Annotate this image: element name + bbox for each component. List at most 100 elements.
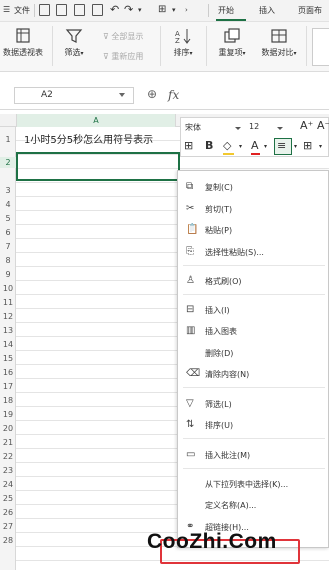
row-header[interactable]: 13 <box>0 325 16 336</box>
pivot-table-button[interactable]: 数据透视表 <box>0 28 46 58</box>
row-header[interactable]: 23 <box>0 465 16 476</box>
context-menu-item[interactable]: ▽ 筛选(L) <box>178 395 328 413</box>
row-header[interactable]: 16 <box>0 367 16 378</box>
save-icon[interactable] <box>39 4 50 16</box>
row-header[interactable]: 15 <box>0 353 16 364</box>
context-menu-item[interactable]: 从下拉列表中选择(K)... <box>178 475 328 493</box>
row-header[interactable]: 19 <box>0 409 16 420</box>
quick-access-dropdown-icon[interactable]: ▾ <box>138 6 142 14</box>
row-header[interactable]: 3 <box>0 185 16 196</box>
context-menu-item-label: 删除(D) <box>205 349 234 358</box>
filter-button[interactable]: 筛选▾ <box>60 28 88 58</box>
print-preview-icon[interactable] <box>92 4 103 16</box>
context-menu-item-label: 清除内容(N) <box>205 370 250 379</box>
show-all-button[interactable]: ⊽ 全部显示 <box>103 31 143 42</box>
context-menu-item[interactable]: ▭ 插入批注(M) <box>178 446 328 464</box>
context-menu-item[interactable]: ⇅ 排序(U) <box>178 416 328 434</box>
row-header[interactable]: 4 <box>0 199 16 210</box>
tab-home[interactable]: 开始 <box>218 5 234 16</box>
bold-button[interactable]: B <box>205 139 213 152</box>
reapply-button[interactable]: ⊽ 重新应用 <box>103 51 143 62</box>
tab-insert[interactable]: 插入 <box>259 5 275 16</box>
redo-icon[interactable]: ↷ <box>124 3 133 16</box>
row-header[interactable]: 1 <box>0 134 16 145</box>
row-header[interactable]: 20 <box>0 423 16 434</box>
context-menu-item[interactable]: ♙ 格式刷(O) <box>178 272 328 290</box>
row-header[interactable]: 12 <box>0 311 16 322</box>
row-header[interactable]: 14 <box>0 339 16 350</box>
row-header[interactable]: 22 <box>0 451 16 462</box>
name-box[interactable]: A2 <box>14 87 134 104</box>
tab-page-layout[interactable]: 页面布 <box>298 5 322 16</box>
export-icon[interactable] <box>56 4 67 16</box>
duplicates-icon <box>224 28 240 43</box>
divider <box>52 26 53 66</box>
sort-label: 排序 <box>173 48 190 57</box>
fx-icon[interactable]: fx <box>168 88 179 102</box>
row-header[interactable]: 27 <box>0 521 16 532</box>
context-menu-item[interactable]: ⧉ 复制(C) <box>178 178 328 196</box>
chevron-down-icon[interactable]: ▾ <box>264 143 267 150</box>
format-painter-icon[interactable]: ⊞ <box>184 139 193 152</box>
context-menu-item[interactable]: ⎘ 选择性粘贴(S)... <box>178 243 328 261</box>
context-menu-item[interactable]: 删除(D) <box>178 344 328 362</box>
font-color-icon[interactable]: A <box>251 139 259 152</box>
context-menu: ⧉ 复制(C) ✂ 剪切(T) 📋 粘贴(P) ⎘ 选择性粘贴(S)... ♙ 格式刷(O) ⊟ 插入… <box>177 170 329 548</box>
chevron-down-icon[interactable]: ▾ <box>294 143 297 150</box>
compare-icon <box>271 29 287 43</box>
format-painter-quick-icon[interactable]: ⊞ <box>158 4 166 15</box>
row-header[interactable]: 18 <box>0 395 16 406</box>
increase-font-icon[interactable]: A⁺ <box>300 119 313 132</box>
chevron-down-icon[interactable] <box>119 93 125 97</box>
context-menu-item[interactable]: ▥ 插入图表 <box>178 322 328 340</box>
quick-access-expand-icon[interactable]: › <box>185 6 188 14</box>
column-header-a[interactable]: A <box>16 114 176 127</box>
font-size-select[interactable]: 12 <box>247 121 287 135</box>
row-header[interactable]: 5 <box>0 213 16 224</box>
cell-a1[interactable]: 1小时5分5秒怎么用符号表示 <box>24 131 184 146</box>
context-menu-item[interactable]: ⌫ 清除内容(N) <box>178 365 328 383</box>
row-header[interactable]: 28 <box>0 535 16 546</box>
row-header[interactable]: 11 <box>0 297 16 308</box>
context-menu-item[interactable]: 定义名称(A)... <box>178 496 328 514</box>
decrease-font-icon[interactable]: A⁻ <box>317 119 329 132</box>
row-header[interactable]: 2 <box>0 157 16 168</box>
chevron-down-icon[interactable]: ▾ <box>239 143 242 150</box>
menu-bar: ☰ 文件 ↶ ↷ ▾ ⊞ ▾ › 开始 插入 页面布 <box>0 0 329 22</box>
file-menu[interactable]: 文件 <box>14 5 30 16</box>
row-header[interactable]: 26 <box>0 507 16 518</box>
context-menu-item[interactable]: ✂ 剪切(T) <box>178 200 328 218</box>
context-menu-item[interactable]: ⊟ 插入(I) <box>178 301 328 319</box>
border-icon[interactable]: ⊞ <box>303 139 312 152</box>
chevron-down-icon <box>277 127 283 130</box>
selected-cell-a2[interactable] <box>16 152 180 181</box>
chevron-down-icon[interactable]: ▾ <box>319 143 322 150</box>
undo-icon[interactable]: ↶ <box>110 3 119 16</box>
row-header[interactable]: 17 <box>0 381 16 392</box>
row-header[interactable]: 9 <box>0 269 16 280</box>
row-header-column: 1 2 3 4 5 6 7 8 9 10 11 12 13 14 15 16 17 18 19 20 21 22 23 24 2… <box>0 127 16 570</box>
divider <box>208 4 209 17</box>
row-header[interactable]: 7 <box>0 241 16 252</box>
compare-button[interactable]: 数据对比▾ <box>256 28 302 58</box>
ribbon-more-button[interactable] <box>312 28 329 66</box>
row-header[interactable]: 8 <box>0 255 16 266</box>
context-menu-item[interactable]: 📋 粘贴(P) <box>178 221 328 239</box>
divider <box>206 26 207 66</box>
quick-access-more-icon[interactable]: ▾ <box>172 6 176 14</box>
context-menu-item-label: 选择性粘贴(S)... <box>205 248 264 257</box>
print-icon[interactable] <box>74 4 85 16</box>
context-menu-divider <box>183 387 325 388</box>
row-header[interactable]: 21 <box>0 437 16 448</box>
sort-button[interactable]: AZ 排序▾ <box>166 28 200 58</box>
hamburger-icon[interactable]: ☰ <box>3 5 10 14</box>
duplicates-button[interactable]: 重复项▾ <box>212 28 252 58</box>
pivot-table-icon <box>16 28 30 43</box>
fill-color-icon[interactable]: ◇ <box>223 139 231 152</box>
row-header[interactable]: 10 <box>0 283 16 294</box>
row-header[interactable]: 24 <box>0 479 16 490</box>
row-header[interactable]: 25 <box>0 493 16 504</box>
row-header[interactable]: 6 <box>0 227 16 238</box>
font-name-select[interactable]: 宋体 <box>183 121 245 135</box>
zoom-search-icon[interactable]: ⊕ <box>147 87 157 101</box>
